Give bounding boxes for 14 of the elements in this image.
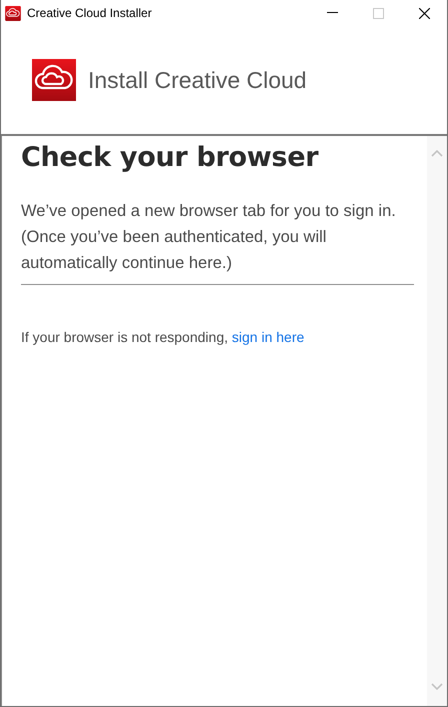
window-title: Creative Cloud Installer (27, 6, 153, 20)
message-text: We’ve opened a new browser tab for you to sign in. (Once you’ve been authenticated, you will automatically continue here.) (21, 198, 414, 285)
heading: Check your browser (21, 142, 320, 175)
creative-cloud-logo (32, 59, 76, 101)
scrollbar[interactable] (427, 136, 447, 706)
maximize-icon (372, 8, 384, 18)
app-icon (5, 6, 21, 20)
browser-hint: If your browser is not responding, sign in here (21, 329, 304, 345)
sign-in-link[interactable]: sign in here (232, 329, 304, 345)
scroll-up-icon[interactable] (431, 150, 443, 157)
header-title: Install Creative Cloud (88, 66, 307, 94)
close-icon (418, 8, 430, 18)
minimize-icon (326, 12, 338, 14)
scroll-down-icon[interactable] (431, 683, 443, 690)
